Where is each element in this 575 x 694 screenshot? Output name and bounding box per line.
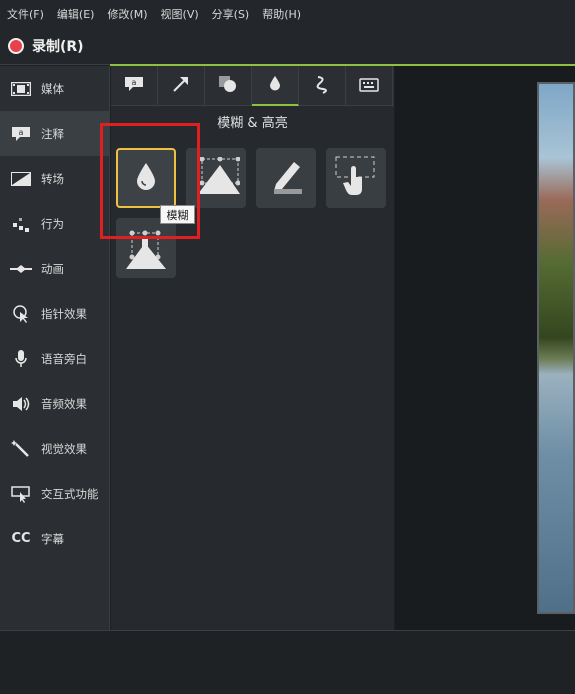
tab-blur-highlight[interactable] — [252, 66, 299, 106]
record-button[interactable]: 录制(R) — [8, 36, 84, 56]
highlight-tool[interactable] — [256, 148, 316, 208]
sidebar-item-label: 动画 — [41, 261, 64, 276]
arrow-tab-icon — [172, 75, 190, 97]
keystroke-tab-icon — [359, 77, 379, 96]
sidebar-item-label: 指针效果 — [41, 306, 87, 321]
sidebar-item-label: 媒体 — [41, 81, 64, 96]
animation-icon — [10, 259, 32, 279]
sidebar-item-label: 语音旁白 — [41, 351, 87, 366]
record-bar: 录制(R) — [0, 27, 575, 65]
magnify-mountain-icon — [120, 223, 172, 273]
behavior-icon — [10, 214, 32, 234]
sidebar-item-label: 行为 — [41, 216, 64, 231]
sidebar-item-label: 视觉效果 — [41, 441, 87, 456]
annotation-icon: a — [10, 124, 32, 144]
shape-tab-icon — [218, 75, 238, 97]
sidebar-item-interactive[interactable]: 交互式功能 — [0, 471, 109, 516]
tab-shapes[interactable] — [205, 66, 252, 106]
film-icon — [10, 79, 32, 99]
blur-tooltip: 模糊 — [160, 205, 195, 224]
sidebar-item-voice-narration[interactable]: 语音旁白 — [0, 336, 109, 381]
sidebar-item-transitions[interactable]: 转场 — [0, 156, 109, 201]
video-preview[interactable] — [537, 82, 575, 614]
speaker-icon — [10, 394, 32, 414]
highlighter-icon — [266, 158, 306, 198]
pixelate-tool[interactable] — [186, 148, 246, 208]
menu-bar: 文件(F) 编辑(E) 修改(M) 视图(V) 分享(S) 帮助(H) — [0, 0, 575, 27]
sidebar-item-media[interactable]: 媒体 — [0, 66, 109, 111]
blur-tool[interactable] — [116, 148, 176, 208]
menu-edit[interactable]: 编辑(E) — [57, 6, 95, 22]
tab-callouts[interactable]: a — [111, 66, 158, 106]
sidebar-item-label: 字幕 — [41, 531, 64, 546]
cursor-effect-icon — [10, 304, 32, 324]
sidebar-item-captions[interactable]: CC 字幕 — [0, 516, 109, 561]
magnify-tool[interactable] — [116, 218, 176, 278]
sidebar-item-label: 音频效果 — [41, 396, 87, 411]
sidebar-item-cursor-effects[interactable]: 指针效果 — [0, 291, 109, 336]
menu-help[interactable]: 帮助(H) — [262, 6, 301, 22]
interactive-hotspot-tool[interactable] — [326, 148, 386, 208]
spotlight-mountain-icon — [192, 156, 241, 199]
tab-sketch[interactable] — [299, 66, 346, 106]
menu-share[interactable]: 分享(S) — [212, 6, 250, 22]
menu-view[interactable]: 视图(V) — [161, 6, 199, 22]
section-title: 模糊 & 高亮 — [217, 115, 288, 131]
annotation-tab-bar: a — [111, 66, 394, 106]
menu-modify[interactable]: 修改(M) — [107, 6, 147, 22]
cc-icon: CC — [11, 531, 31, 546]
sidebar-item-label: 交互式功能 — [41, 486, 99, 501]
svg-text:a: a — [19, 128, 24, 137]
microphone-icon — [10, 349, 32, 369]
blur-tab-icon — [269, 75, 281, 95]
tab-arrows[interactable] — [158, 66, 205, 106]
sidebar-item-behaviors[interactable]: 行为 — [0, 201, 109, 246]
interactive-icon — [10, 484, 32, 504]
transition-icon — [10, 169, 32, 189]
timeline-area[interactable] — [0, 630, 575, 694]
record-icon — [8, 37, 24, 54]
sidebar-item-animations[interactable]: 动画 — [0, 246, 109, 291]
magic-wand-icon — [10, 439, 32, 459]
sidebar-item-label: 注释 — [41, 126, 64, 141]
svg-text:a: a — [132, 78, 137, 87]
sidebar-item-annotations[interactable]: a 注释 — [0, 111, 109, 156]
blur-drop-icon — [135, 161, 157, 195]
sidebar-item-audio-effects[interactable]: 音频效果 — [0, 381, 109, 426]
sketch-tab-icon — [315, 74, 329, 98]
record-label: 录制(R) — [32, 38, 84, 55]
sidebar-item-visual-effects[interactable]: 视觉效果 — [0, 426, 109, 471]
sidebar-item-label: 转场 — [41, 171, 64, 186]
sidebar: 媒体 a 注释 转场 行为 动画 指针效果 语音旁白 音频效果 视觉效果 交互式… — [0, 66, 110, 630]
callout-tab-icon: a — [124, 76, 144, 96]
hotspot-hand-icon — [334, 155, 378, 201]
tab-keystroke[interactable] — [346, 66, 393, 106]
menu-file[interactable]: 文件(F) — [7, 6, 44, 22]
